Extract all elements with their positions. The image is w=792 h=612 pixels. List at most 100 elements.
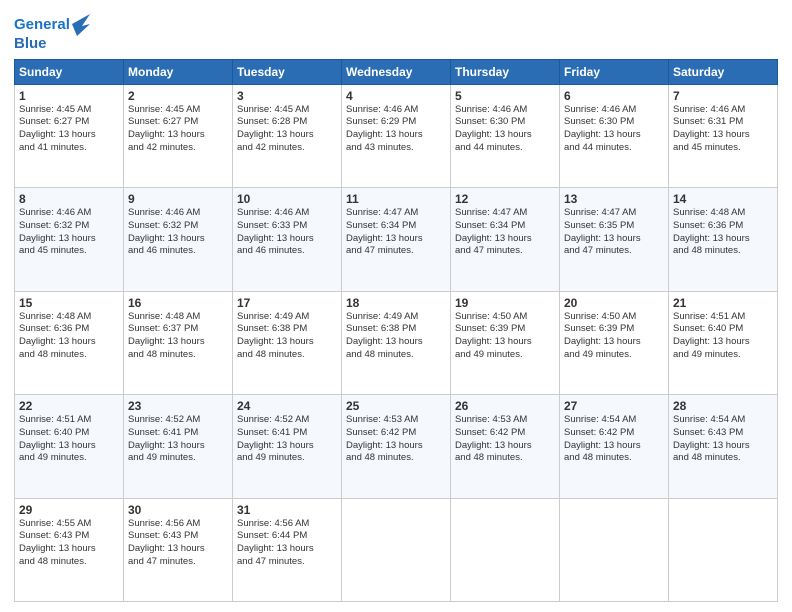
day-number: 2 xyxy=(128,89,228,103)
day-info: Sunrise: 4:46 AM Sunset: 6:32 PM Dayligh… xyxy=(19,207,119,258)
day-info: Sunrise: 4:46 AM Sunset: 6:32 PM Dayligh… xyxy=(128,207,228,258)
day-info: Sunrise: 4:45 AM Sunset: 6:28 PM Dayligh… xyxy=(237,104,337,155)
week-row-2: 8Sunrise: 4:46 AM Sunset: 6:32 PM Daylig… xyxy=(15,188,778,292)
header: General Blue xyxy=(14,10,778,53)
week-row-4: 22Sunrise: 4:51 AM Sunset: 6:40 PM Dayli… xyxy=(15,395,778,499)
calendar-table: SundayMondayTuesdayWednesdayThursdayFrid… xyxy=(14,59,778,603)
day-info: Sunrise: 4:46 AM Sunset: 6:31 PM Dayligh… xyxy=(673,104,773,155)
calendar-cell xyxy=(669,498,778,602)
day-info: Sunrise: 4:55 AM Sunset: 6:43 PM Dayligh… xyxy=(19,518,119,569)
header-friday: Friday xyxy=(560,59,669,84)
day-info: Sunrise: 4:47 AM Sunset: 6:34 PM Dayligh… xyxy=(346,207,446,258)
day-number: 3 xyxy=(237,89,337,103)
calendar-cell: 8Sunrise: 4:46 AM Sunset: 6:32 PM Daylig… xyxy=(15,188,124,292)
calendar-cell: 7Sunrise: 4:46 AM Sunset: 6:31 PM Daylig… xyxy=(669,84,778,188)
day-number: 16 xyxy=(128,296,228,310)
day-number: 9 xyxy=(128,192,228,206)
day-number: 1 xyxy=(19,89,119,103)
calendar-cell: 20Sunrise: 4:50 AM Sunset: 6:39 PM Dayli… xyxy=(560,291,669,395)
calendar-cell: 5Sunrise: 4:46 AM Sunset: 6:30 PM Daylig… xyxy=(451,84,560,188)
day-number: 19 xyxy=(455,296,555,310)
day-number: 15 xyxy=(19,296,119,310)
day-number: 25 xyxy=(346,399,446,413)
logo-bird-icon xyxy=(72,14,90,36)
day-number: 10 xyxy=(237,192,337,206)
calendar-cell: 3Sunrise: 4:45 AM Sunset: 6:28 PM Daylig… xyxy=(233,84,342,188)
day-number: 12 xyxy=(455,192,555,206)
day-info: Sunrise: 4:56 AM Sunset: 6:43 PM Dayligh… xyxy=(128,518,228,569)
logo: General Blue xyxy=(14,14,90,53)
day-info: Sunrise: 4:45 AM Sunset: 6:27 PM Dayligh… xyxy=(19,104,119,155)
day-info: Sunrise: 4:54 AM Sunset: 6:43 PM Dayligh… xyxy=(673,414,773,465)
header-saturday: Saturday xyxy=(669,59,778,84)
calendar-cell xyxy=(342,498,451,602)
day-info: Sunrise: 4:46 AM Sunset: 6:29 PM Dayligh… xyxy=(346,104,446,155)
calendar-cell: 27Sunrise: 4:54 AM Sunset: 6:42 PM Dayli… xyxy=(560,395,669,499)
day-info: Sunrise: 4:45 AM Sunset: 6:27 PM Dayligh… xyxy=(128,104,228,155)
day-number: 31 xyxy=(237,503,337,517)
header-tuesday: Tuesday xyxy=(233,59,342,84)
day-number: 17 xyxy=(237,296,337,310)
day-info: Sunrise: 4:51 AM Sunset: 6:40 PM Dayligh… xyxy=(19,414,119,465)
logo-text-blue: Blue xyxy=(14,36,90,53)
day-info: Sunrise: 4:52 AM Sunset: 6:41 PM Dayligh… xyxy=(128,414,228,465)
day-info: Sunrise: 4:51 AM Sunset: 6:40 PM Dayligh… xyxy=(673,311,773,362)
day-number: 24 xyxy=(237,399,337,413)
day-number: 14 xyxy=(673,192,773,206)
calendar-header-row: SundayMondayTuesdayWednesdayThursdayFrid… xyxy=(15,59,778,84)
calendar-cell: 1Sunrise: 4:45 AM Sunset: 6:27 PM Daylig… xyxy=(15,84,124,188)
day-info: Sunrise: 4:50 AM Sunset: 6:39 PM Dayligh… xyxy=(455,311,555,362)
day-info: Sunrise: 4:56 AM Sunset: 6:44 PM Dayligh… xyxy=(237,518,337,569)
calendar-cell: 25Sunrise: 4:53 AM Sunset: 6:42 PM Dayli… xyxy=(342,395,451,499)
week-row-3: 15Sunrise: 4:48 AM Sunset: 6:36 PM Dayli… xyxy=(15,291,778,395)
day-number: 26 xyxy=(455,399,555,413)
day-number: 11 xyxy=(346,192,446,206)
calendar-cell xyxy=(451,498,560,602)
day-info: Sunrise: 4:49 AM Sunset: 6:38 PM Dayligh… xyxy=(346,311,446,362)
calendar-cell: 15Sunrise: 4:48 AM Sunset: 6:36 PM Dayli… xyxy=(15,291,124,395)
calendar-cell: 31Sunrise: 4:56 AM Sunset: 6:44 PM Dayli… xyxy=(233,498,342,602)
day-info: Sunrise: 4:46 AM Sunset: 6:30 PM Dayligh… xyxy=(564,104,664,155)
day-number: 20 xyxy=(564,296,664,310)
day-number: 27 xyxy=(564,399,664,413)
day-number: 23 xyxy=(128,399,228,413)
day-info: Sunrise: 4:54 AM Sunset: 6:42 PM Dayligh… xyxy=(564,414,664,465)
calendar-cell: 9Sunrise: 4:46 AM Sunset: 6:32 PM Daylig… xyxy=(124,188,233,292)
day-number: 5 xyxy=(455,89,555,103)
calendar-cell: 23Sunrise: 4:52 AM Sunset: 6:41 PM Dayli… xyxy=(124,395,233,499)
calendar-cell: 19Sunrise: 4:50 AM Sunset: 6:39 PM Dayli… xyxy=(451,291,560,395)
calendar-cell: 16Sunrise: 4:48 AM Sunset: 6:37 PM Dayli… xyxy=(124,291,233,395)
day-info: Sunrise: 4:53 AM Sunset: 6:42 PM Dayligh… xyxy=(346,414,446,465)
calendar-cell: 2Sunrise: 4:45 AM Sunset: 6:27 PM Daylig… xyxy=(124,84,233,188)
day-number: 18 xyxy=(346,296,446,310)
calendar-cell: 22Sunrise: 4:51 AM Sunset: 6:40 PM Dayli… xyxy=(15,395,124,499)
day-number: 4 xyxy=(346,89,446,103)
day-number: 22 xyxy=(19,399,119,413)
day-info: Sunrise: 4:52 AM Sunset: 6:41 PM Dayligh… xyxy=(237,414,337,465)
day-info: Sunrise: 4:48 AM Sunset: 6:37 PM Dayligh… xyxy=(128,311,228,362)
day-number: 30 xyxy=(128,503,228,517)
day-info: Sunrise: 4:50 AM Sunset: 6:39 PM Dayligh… xyxy=(564,311,664,362)
calendar-cell: 12Sunrise: 4:47 AM Sunset: 6:34 PM Dayli… xyxy=(451,188,560,292)
header-sunday: Sunday xyxy=(15,59,124,84)
calendar-cell: 30Sunrise: 4:56 AM Sunset: 6:43 PM Dayli… xyxy=(124,498,233,602)
calendar-cell xyxy=(560,498,669,602)
day-info: Sunrise: 4:47 AM Sunset: 6:34 PM Dayligh… xyxy=(455,207,555,258)
calendar-cell: 17Sunrise: 4:49 AM Sunset: 6:38 PM Dayli… xyxy=(233,291,342,395)
day-number: 13 xyxy=(564,192,664,206)
calendar-cell: 10Sunrise: 4:46 AM Sunset: 6:33 PM Dayli… xyxy=(233,188,342,292)
calendar-cell: 13Sunrise: 4:47 AM Sunset: 6:35 PM Dayli… xyxy=(560,188,669,292)
header-wednesday: Wednesday xyxy=(342,59,451,84)
page: General Blue SundayMondayTuesdayWednesda… xyxy=(0,0,792,612)
calendar-cell: 26Sunrise: 4:53 AM Sunset: 6:42 PM Dayli… xyxy=(451,395,560,499)
day-info: Sunrise: 4:47 AM Sunset: 6:35 PM Dayligh… xyxy=(564,207,664,258)
calendar-cell: 18Sunrise: 4:49 AM Sunset: 6:38 PM Dayli… xyxy=(342,291,451,395)
calendar-cell: 4Sunrise: 4:46 AM Sunset: 6:29 PM Daylig… xyxy=(342,84,451,188)
calendar-cell: 29Sunrise: 4:55 AM Sunset: 6:43 PM Dayli… xyxy=(15,498,124,602)
day-info: Sunrise: 4:49 AM Sunset: 6:38 PM Dayligh… xyxy=(237,311,337,362)
day-info: Sunrise: 4:53 AM Sunset: 6:42 PM Dayligh… xyxy=(455,414,555,465)
calendar-cell: 21Sunrise: 4:51 AM Sunset: 6:40 PM Dayli… xyxy=(669,291,778,395)
week-row-5: 29Sunrise: 4:55 AM Sunset: 6:43 PM Dayli… xyxy=(15,498,778,602)
calendar-cell: 14Sunrise: 4:48 AM Sunset: 6:36 PM Dayli… xyxy=(669,188,778,292)
day-number: 7 xyxy=(673,89,773,103)
